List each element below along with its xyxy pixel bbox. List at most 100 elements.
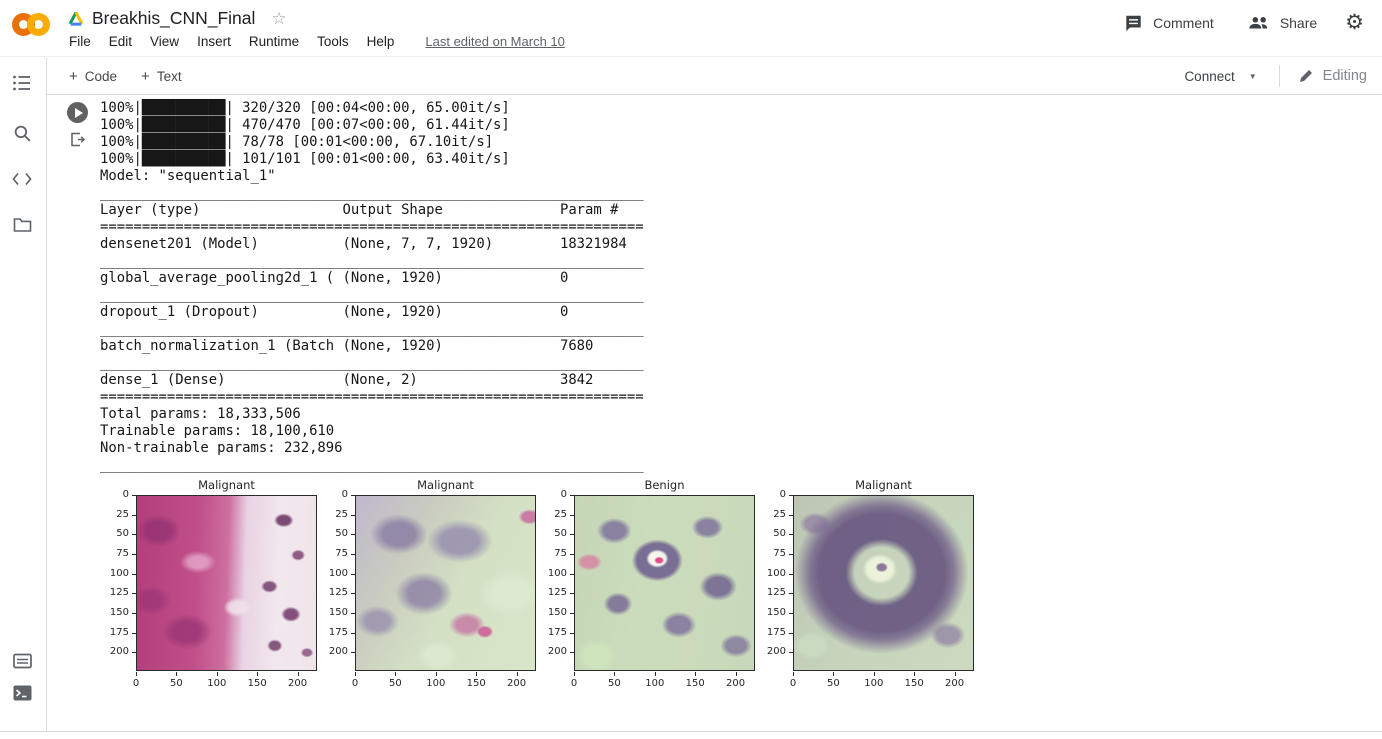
chevron-down-icon: ▼ <box>1249 72 1257 81</box>
add-code-label: Code <box>85 69 117 84</box>
output-line: ========================================… <box>100 219 644 236</box>
y-tick-label: 200 <box>317 646 348 657</box>
figure-title: Malignant <box>355 478 536 492</box>
search-icon[interactable] <box>9 120 35 146</box>
output-line: ________________________________________… <box>100 287 644 304</box>
star-icon[interactable]: ☆ <box>271 9 286 29</box>
figure-axes <box>574 495 755 671</box>
menu-tools[interactable]: Tools <box>308 34 358 49</box>
y-tick-mark <box>789 515 793 516</box>
y-tick-label: 125 <box>536 587 567 598</box>
y-tick-mark <box>351 534 355 535</box>
comment-icon <box>1124 14 1143 32</box>
x-tick-mark <box>298 672 299 676</box>
plus-icon: + <box>69 68 78 85</box>
y-tick-label: 75 <box>536 548 567 559</box>
histology-image <box>356 496 535 670</box>
add-text-button[interactable]: + Text <box>129 58 194 94</box>
output-line: dense_1 (Dense) (None, 2) 3842 <box>100 372 644 389</box>
menu-edit[interactable]: Edit <box>100 34 141 49</box>
x-tick-label: 0 <box>340 678 370 689</box>
x-tick-label: 50 <box>599 678 629 689</box>
plus-icon: + <box>141 68 150 85</box>
x-tick-mark <box>793 672 794 676</box>
menu-insert[interactable]: Insert <box>188 34 240 49</box>
y-tick-mark <box>570 613 574 614</box>
add-text-label: Text <box>157 69 182 84</box>
colab-logo-icon[interactable] <box>12 9 56 41</box>
x-tick-mark <box>574 672 575 676</box>
share-label: Share <box>1280 15 1317 31</box>
y-tick-mark <box>570 652 574 653</box>
y-tick-mark <box>132 515 136 516</box>
y-tick-mark <box>570 593 574 594</box>
terminal-icon[interactable] <box>9 680 35 706</box>
y-tick-mark <box>789 495 793 496</box>
x-tick-label: 150 <box>899 678 929 689</box>
x-tick-label: 150 <box>461 678 491 689</box>
y-tick-label: 25 <box>317 509 348 520</box>
add-code-button[interactable]: + Code <box>57 58 129 94</box>
left-sidebar <box>0 58 47 731</box>
y-tick-label: 175 <box>317 627 348 638</box>
connect-label: Connect <box>1184 69 1234 84</box>
menu-help[interactable]: Help <box>358 34 404 49</box>
files-folder-icon[interactable] <box>9 212 35 238</box>
executed-code-history-icon[interactable] <box>9 648 35 674</box>
y-tick-mark <box>132 613 136 614</box>
menu-runtime[interactable]: Runtime <box>240 34 308 49</box>
y-tick-label: 100 <box>98 568 129 579</box>
editing-mode-button[interactable]: Editing <box>1298 68 1367 84</box>
x-tick-label: 100 <box>421 678 451 689</box>
output-line: Total params: 18,333,506 <box>100 406 644 423</box>
output-line: global_average_pooling2d_1 ( (None, 1920… <box>100 270 644 287</box>
output-line: dropout_1 (Dropout) (None, 1920) 0 <box>100 304 644 321</box>
x-tick-label: 100 <box>202 678 232 689</box>
y-tick-label: 50 <box>755 528 786 539</box>
histology-image <box>137 496 316 670</box>
share-button[interactable]: Share <box>1248 15 1317 31</box>
y-tick-mark <box>132 574 136 575</box>
x-tick-label: 150 <box>680 678 710 689</box>
y-tick-mark <box>789 652 793 653</box>
output-line: 100%|██████████| 78/78 [00:01<00:00, 67.… <box>100 134 644 151</box>
y-tick-label: 125 <box>755 587 786 598</box>
code-snippets-icon[interactable] <box>9 166 35 192</box>
y-tick-label: 100 <box>755 568 786 579</box>
x-tick-mark <box>136 672 137 676</box>
x-tick-mark <box>655 672 656 676</box>
output-line: batch_normalization_1 (Batch (None, 1920… <box>100 338 644 355</box>
x-tick-mark <box>914 672 915 676</box>
comment-button[interactable]: Comment <box>1124 14 1214 32</box>
y-tick-label: 0 <box>98 489 129 500</box>
y-tick-mark <box>351 554 355 555</box>
x-tick-label: 150 <box>242 678 272 689</box>
last-edited-link[interactable]: Last edited on March 10 <box>425 34 564 49</box>
output-line: Model: "sequential_1" <box>100 168 644 185</box>
output-actions-icon[interactable] <box>69 131 86 153</box>
bottom-panel-edge <box>0 731 1382 739</box>
menu-file[interactable]: File <box>60 34 100 49</box>
notebook-title[interactable]: Breakhis_CNN_Final <box>92 8 255 29</box>
y-tick-label: 100 <box>536 568 567 579</box>
output-line: 100%|██████████| 320/320 [00:04<00:00, 6… <box>100 100 644 117</box>
connect-button[interactable]: Connect ▼ <box>1184 69 1256 84</box>
output-line: Non-trainable params: 232,896 <box>100 440 644 457</box>
y-tick-label: 125 <box>317 587 348 598</box>
y-tick-label: 25 <box>98 509 129 520</box>
settings-gear-icon[interactable]: ⚙ <box>1345 12 1364 33</box>
x-tick-mark <box>436 672 437 676</box>
menu-view[interactable]: View <box>141 34 188 49</box>
output-line: ________________________________________… <box>100 185 644 202</box>
y-tick-label: 75 <box>98 548 129 559</box>
output-line: Layer (type) Output Shape Param # <box>100 202 644 219</box>
figure-title: Malignant <box>793 478 974 492</box>
y-tick-mark <box>132 554 136 555</box>
histology-image <box>794 496 973 670</box>
y-tick-label: 0 <box>755 489 786 500</box>
y-tick-mark <box>351 613 355 614</box>
table-of-contents-icon[interactable] <box>9 70 35 96</box>
comment-label: Comment <box>1153 15 1214 31</box>
run-cell-button[interactable] <box>67 102 88 123</box>
y-tick-label: 75 <box>317 548 348 559</box>
